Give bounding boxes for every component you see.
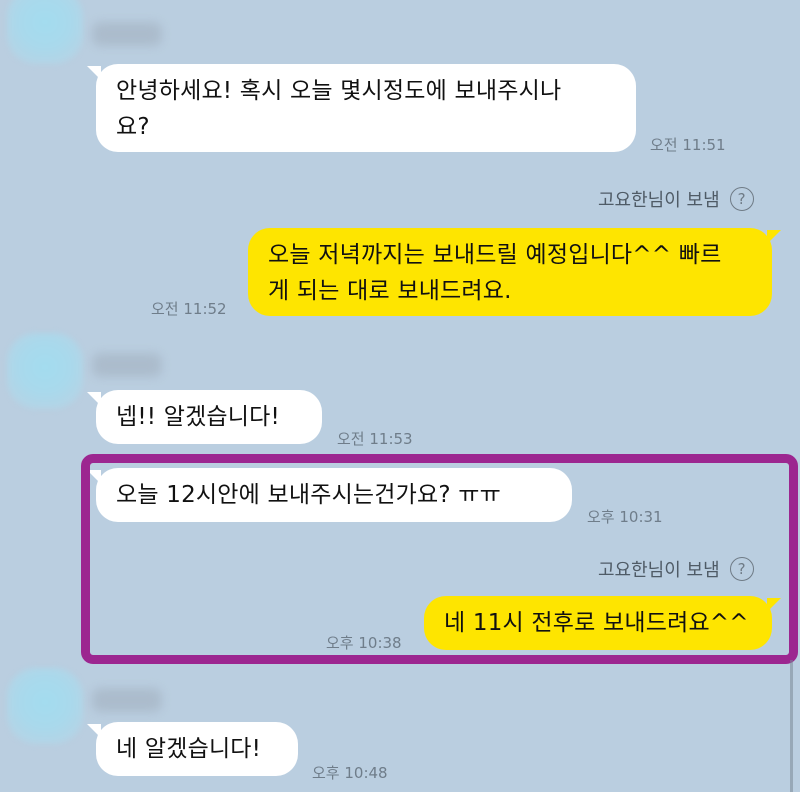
sender-name-blurred	[92, 688, 162, 712]
sent-by-text: 고요한님이 보냄	[598, 190, 720, 211]
message-line: 게 되는 대로 보내드려요.	[268, 278, 512, 304]
scrollbar[interactable]	[790, 660, 793, 792]
sent-by-label: 고요한님이 보냄 ?	[598, 186, 754, 212]
message-time: 오후 10:48	[312, 764, 388, 782]
sender-name-blurred	[92, 353, 162, 377]
message-bubble-outgoing[interactable]: 오늘 저녁까지는 보내드릴 예정입니다^^ 빠르 게 되는 대로 보내드려요.	[248, 228, 781, 316]
message-line: 오늘 저녁까지는 보내드릴 예정입니다^^ 빠르	[268, 242, 722, 268]
message-bubble-incoming[interactable]: 넵!! 알겠습니다!	[87, 390, 322, 444]
question-circle-icon[interactable]: ?	[729, 187, 754, 211]
message-bubble-incoming[interactable]: 안녕하세요! 혹시 오늘 몇시정도에 보내주시나 요?	[87, 64, 636, 152]
sender-name-blurred	[92, 22, 162, 46]
chat-area: 안녕하세요! 혹시 오늘 몇시정도에 보내주시나 요? 오전 11:51 고요한…	[0, 0, 800, 792]
message-line: 요?	[116, 114, 150, 140]
message-line: 넵!! 알겠습니다!	[116, 404, 280, 430]
profile-avatar[interactable]	[7, 333, 83, 409]
profile-avatar[interactable]	[7, 668, 83, 744]
highlight-box	[81, 454, 798, 664]
message-time: 오전 11:52	[151, 300, 227, 318]
message-line: 안녕하세요! 혹시 오늘 몇시정도에 보내주시나	[116, 78, 562, 104]
profile-avatar[interactable]	[7, 0, 83, 64]
message-bubble-incoming[interactable]: 네 알겠습니다!	[87, 722, 298, 776]
message-time: 오전 11:51	[650, 136, 726, 154]
message-line: 네 알겠습니다!	[116, 736, 262, 762]
message-time: 오전 11:53	[337, 430, 413, 448]
